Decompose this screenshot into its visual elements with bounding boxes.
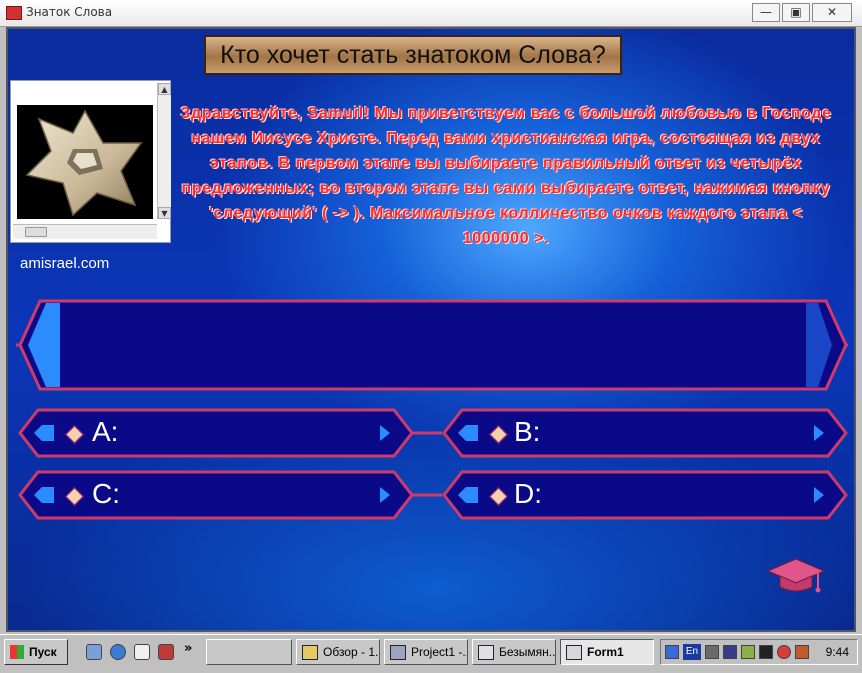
- image-viewer: ▲ ▼: [10, 80, 171, 243]
- image-vertical-scrollbar[interactable]: ▲ ▼: [157, 83, 171, 219]
- volume-icon[interactable]: [705, 645, 719, 659]
- taskbar-item-explorer[interactable]: Обзор - 1...: [296, 639, 380, 665]
- game-stage: Кто хочет стать знатоком Слова? ▲ ▼ amis…: [6, 27, 856, 632]
- scroll-up-icon[interactable]: ▲: [158, 83, 171, 95]
- answer-a-button[interactable]: A:: [16, 407, 414, 459]
- taskbar-item-label: Project1 -...: [411, 645, 468, 659]
- graduation-cap-icon[interactable]: [766, 557, 826, 597]
- vb-project-icon: [390, 645, 406, 660]
- antivirus-icon[interactable]: [777, 645, 791, 659]
- question-frame: [16, 299, 848, 391]
- close-button[interactable]: ✕: [812, 3, 852, 22]
- maximize-button[interactable]: ▣: [782, 3, 810, 22]
- image-horizontal-scrollbar[interactable]: [13, 224, 157, 239]
- welcome-message: Здравствуйте, Samuil! Мы приветствуем ва…: [180, 105, 832, 247]
- start-label: Пуск: [29, 645, 57, 659]
- answer-d-letter: D:: [514, 478, 542, 509]
- app-icon: [6, 6, 22, 20]
- language-indicator[interactable]: En: [683, 644, 701, 660]
- answer-connectors: [412, 431, 442, 497]
- answer-c-letter: C:: [92, 478, 120, 509]
- system-tray: En 9:44: [660, 639, 858, 665]
- monitor-icon[interactable]: [723, 645, 737, 659]
- camera-icon[interactable]: [759, 645, 773, 659]
- star-image: [17, 105, 153, 219]
- scroll-down-icon[interactable]: ▼: [158, 207, 171, 219]
- clock[interactable]: 9:44: [826, 640, 849, 664]
- site-link[interactable]: amisrael.com: [20, 255, 109, 272]
- taskbar-item-form1[interactable]: Form1: [560, 639, 654, 665]
- taskbar: Пуск » Обзор - 1... Project1 -... Безымя…: [0, 634, 862, 673]
- quicklaunch-more-button[interactable]: »: [184, 641, 192, 656]
- window-titlebar[interactable]: Знаток Слова — ▣ ✕: [0, 0, 862, 27]
- start-button[interactable]: Пуск: [4, 639, 68, 665]
- taskbar-item-project1[interactable]: Project1 -...: [384, 639, 468, 665]
- taskbar-item-label: Обзор - 1...: [323, 645, 380, 659]
- windows-flag-icon: [10, 645, 24, 659]
- answer-a-letter: A:: [92, 416, 119, 447]
- quicklaunch-browser-icon[interactable]: [110, 644, 126, 660]
- answer-c-button[interactable]: C:: [16, 469, 414, 521]
- taskbar-item-label: Form1: [587, 645, 624, 659]
- folder-icon: [302, 645, 318, 660]
- game-title: Кто хочет стать знатоком Слова?: [204, 35, 622, 75]
- taskbar-item-label: Безымян...: [499, 645, 556, 659]
- pdf-icon[interactable]: [795, 645, 809, 659]
- answer-b-letter: B:: [514, 416, 541, 447]
- document-icon: [478, 645, 494, 660]
- taskbar-item-untitled[interactable]: Безымян...: [472, 639, 556, 665]
- question-panel[interactable]: [16, 297, 848, 393]
- chat-icon[interactable]: [741, 645, 755, 659]
- quicklaunch-notepad-icon[interactable]: [134, 644, 150, 660]
- form-icon: [566, 645, 582, 660]
- answer-b-button[interactable]: B:: [440, 407, 850, 459]
- answer-d-button[interactable]: D:: [440, 469, 850, 521]
- minimize-button[interactable]: —: [752, 3, 780, 22]
- star-of-david-icon: [25, 109, 143, 217]
- window-title: Знаток Слова: [26, 5, 113, 19]
- quicklaunch-desktop-icon[interactable]: [86, 644, 102, 660]
- taskbar-item-blank[interactable]: [206, 639, 292, 665]
- quicklaunch-app-icon[interactable]: [158, 644, 174, 660]
- scroll-thumb[interactable]: [25, 227, 47, 237]
- network-icon[interactable]: [665, 645, 679, 659]
